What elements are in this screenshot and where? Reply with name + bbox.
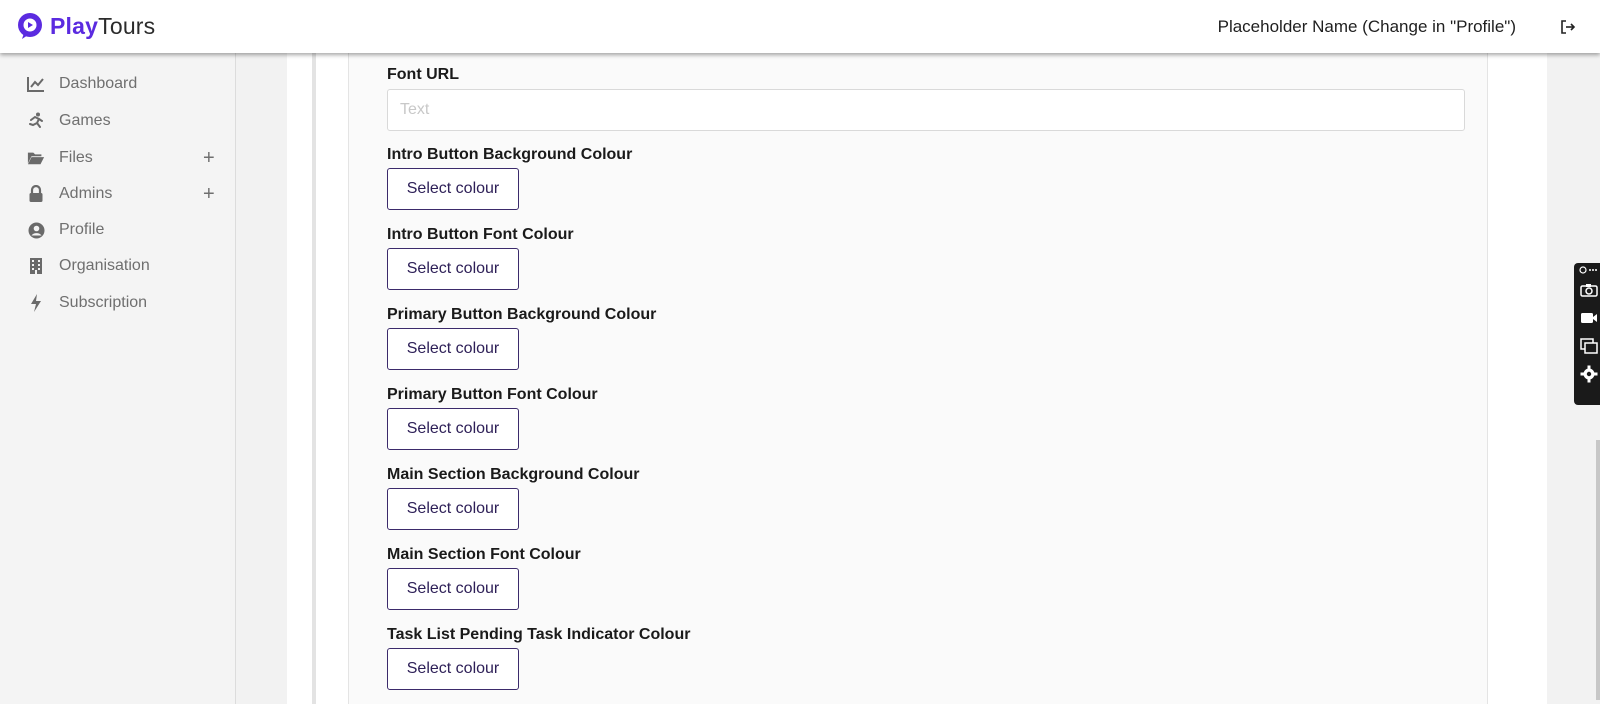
logout-button[interactable] bbox=[1558, 17, 1578, 37]
brand-tours: Tours bbox=[98, 12, 156, 39]
toolbar-menu-icon[interactable] bbox=[1578, 263, 1600, 277]
main-section-background-colour-label: Main Section Background Colour bbox=[387, 466, 640, 483]
primary-button-background-colour-button[interactable]: Select colour bbox=[387, 328, 519, 370]
sidebar-item-admins[interactable]: Admins + bbox=[0, 177, 236, 211]
font-url-input[interactable] bbox=[387, 89, 1465, 131]
brand-name: PlayTours bbox=[50, 13, 155, 40]
sidebar-item-games[interactable]: Games bbox=[0, 104, 236, 138]
logo-icon bbox=[18, 13, 42, 39]
sidebar-item-label: Dashboard bbox=[59, 75, 138, 92]
windows-icon[interactable] bbox=[1578, 335, 1600, 357]
primary-button-font-colour-button[interactable]: Select colour bbox=[387, 408, 519, 450]
building-icon bbox=[27, 257, 45, 275]
lock-icon bbox=[27, 185, 45, 203]
intro-button-font-colour-label: Intro Button Font Colour bbox=[387, 226, 574, 243]
logout-icon bbox=[1561, 20, 1576, 34]
primary-button-background-colour-label: Primary Button Background Colour bbox=[387, 306, 657, 323]
video-camera-icon[interactable] bbox=[1578, 307, 1600, 329]
gear-icon[interactable] bbox=[1578, 363, 1600, 385]
content-divider bbox=[312, 53, 316, 704]
task-list-pending-indicator-colour-button[interactable]: Select colour bbox=[387, 648, 519, 690]
top-bar: PlayTours Placeholder Name (Change in "P… bbox=[0, 0, 1600, 53]
task-list-pending-indicator-colour-label: Task List Pending Task Indicator Colour bbox=[387, 626, 691, 643]
screen-capture-toolbar bbox=[1574, 263, 1600, 405]
sidebar-item-dashboard[interactable]: Dashboard bbox=[0, 67, 236, 101]
folder-open-icon bbox=[27, 149, 45, 167]
intro-button-background-colour-label: Intro Button Background Colour bbox=[387, 146, 633, 163]
sidebar-item-subscription[interactable]: Subscription bbox=[0, 286, 236, 320]
running-person-icon bbox=[27, 112, 45, 130]
sidebar-item-label: Games bbox=[59, 112, 111, 129]
add-admin-button[interactable]: + bbox=[203, 184, 215, 204]
intro-button-background-colour-button[interactable]: Select colour bbox=[387, 168, 519, 210]
primary-button-font-colour-label: Primary Button Font Colour bbox=[387, 386, 598, 403]
user-name[interactable]: Placeholder Name (Change in "Profile") bbox=[1218, 17, 1516, 37]
brand-play: Play bbox=[50, 12, 99, 39]
sidebar: Dashboard Games Files + Admins + Profile… bbox=[0, 53, 236, 704]
page-gutter bbox=[237, 53, 287, 704]
add-file-button[interactable]: + bbox=[203, 148, 215, 168]
main-section-font-colour-label: Main Section Font Colour bbox=[387, 546, 581, 563]
sidebar-item-profile[interactable]: Profile bbox=[0, 213, 236, 247]
page-scrollbar[interactable] bbox=[1596, 440, 1600, 700]
sidebar-item-label: Admins bbox=[59, 185, 113, 202]
camera-icon[interactable] bbox=[1578, 279, 1600, 301]
sidebar-item-label: Profile bbox=[59, 221, 105, 238]
sidebar-item-organisation[interactable]: Organisation bbox=[0, 249, 236, 283]
chart-line-icon bbox=[27, 75, 45, 93]
bolt-icon bbox=[27, 294, 45, 312]
main-section-background-colour-button[interactable]: Select colour bbox=[387, 488, 519, 530]
user-circle-icon bbox=[27, 221, 45, 239]
sidebar-item-label: Files bbox=[59, 149, 93, 166]
sidebar-item-files[interactable]: Files + bbox=[0, 141, 236, 175]
intro-button-font-colour-button[interactable]: Select colour bbox=[387, 248, 519, 290]
playtours-logo[interactable]: PlayTours bbox=[16, 10, 155, 42]
sidebar-item-label: Subscription bbox=[59, 294, 148, 311]
font-url-label: Font URL bbox=[387, 66, 459, 83]
main-section-font-colour-button[interactable]: Select colour bbox=[387, 568, 519, 610]
sidebar-item-label: Organisation bbox=[59, 257, 150, 274]
